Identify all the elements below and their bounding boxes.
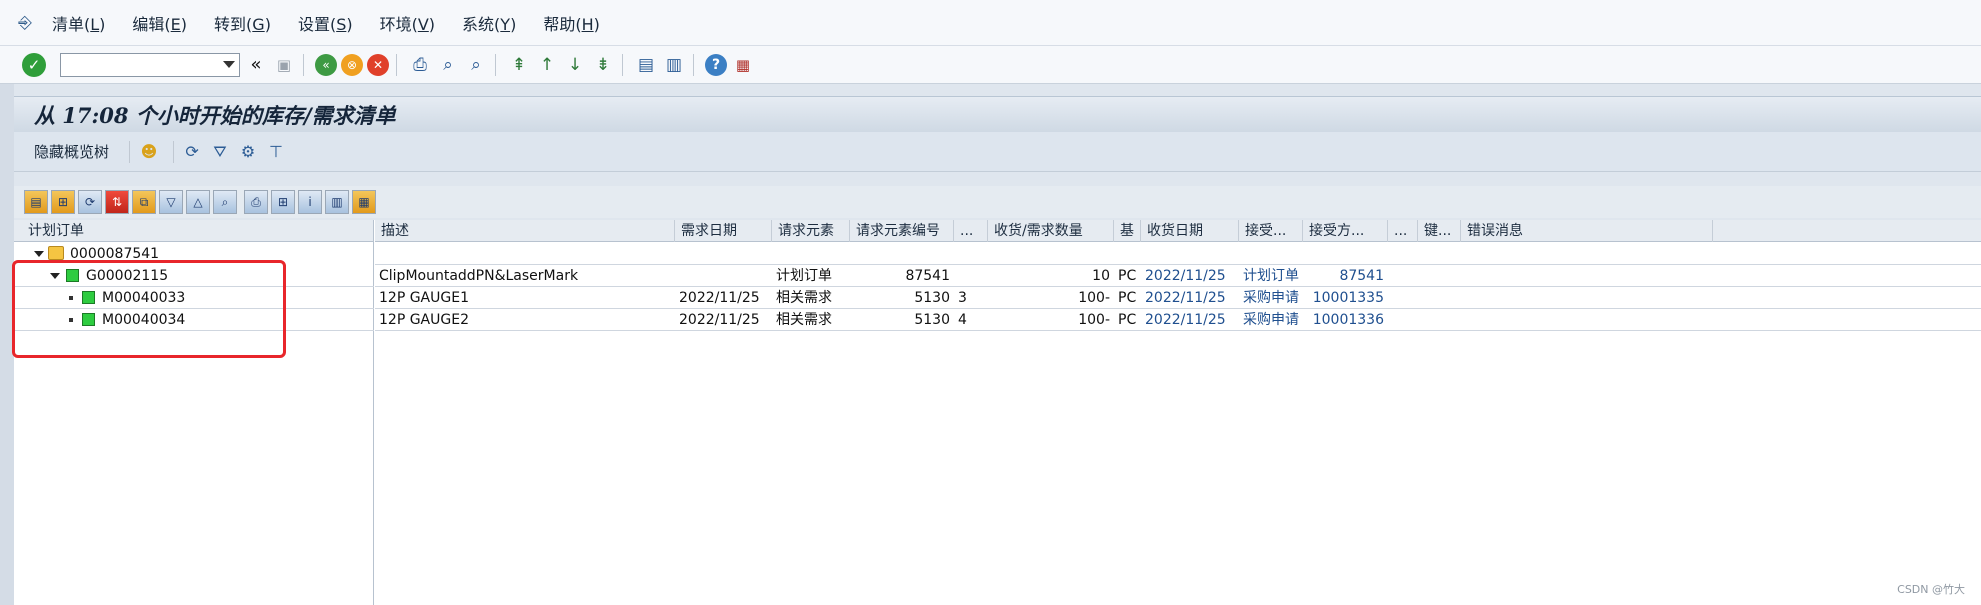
main-area: 计划订单 0000087541 G00002115 M00040033 M000… (14, 220, 1981, 605)
col-receiving-element-no[interactable]: 接受方... (1303, 220, 1388, 242)
table-row[interactable]: 12P GAUGE1 2022/11/25 相关需求 5130 3 100- P… (375, 287, 1981, 309)
previous-page-icon[interactable]: ↑ (535, 53, 559, 77)
user-settings-icon[interactable]: ⚙ (237, 141, 259, 163)
sort-descending-icon[interactable]: ▽ (159, 190, 183, 214)
tree-node-label: 0000087541 (70, 246, 160, 262)
find-icon[interactable]: ⌕ (436, 53, 460, 77)
shortcut-icon[interactable]: ▥ (662, 53, 686, 77)
tree-node-label: G00002115 (86, 268, 169, 284)
standard-toolbar: ✓ « ▣ « ⊗ ✕ ⎙ ⌕ ⌕ ⇞ ↑ ↓ ⇟ ▤ ▥ ? ▦ (0, 46, 1981, 84)
grid-toolbar: ▤ ⊞ ⟳ ⇅ ⧉ ▽ △ ⌕ ⎙ ⊞ i ▥ ▦ (14, 186, 1981, 218)
page-title: 从 17:08 个小时开始的库存/需求清单 (34, 102, 396, 128)
tree-node-dependent-2[interactable]: M00040034 (14, 309, 374, 331)
hierarchy-icon[interactable]: ⊞ (51, 190, 75, 214)
export-icon[interactable]: ⊞ (271, 190, 295, 214)
col-key[interactable]: 键... (1418, 220, 1461, 242)
tree-node-dependent-1[interactable]: M00040033 (14, 287, 374, 309)
col-error-message[interactable]: 错误消息 (1461, 220, 1713, 242)
detail-icon[interactable]: ▤ (24, 190, 48, 214)
new-session-icon[interactable]: ▤ (634, 53, 658, 77)
application-toolbar: 隐藏概览树 ☻ ⟳ ⛛ ⚙ ⊤ (14, 132, 1981, 172)
find-next-icon[interactable]: ⌕ (464, 53, 488, 77)
title-bar: 从 17:08 个小时开始的库存/需求清单 (14, 96, 1981, 132)
tree-node-label: M00040033 (102, 290, 186, 306)
col-unit[interactable]: 基 (1114, 220, 1141, 242)
layout-monitor-icon[interactable]: ▦ (731, 53, 755, 77)
menu-environment[interactable]: 环境(V) (380, 11, 435, 35)
command-dropdown-icon[interactable] (223, 60, 235, 68)
menu-goto[interactable]: 转到(G) (214, 11, 271, 35)
col-request-element-no[interactable]: 请求元素编号 (850, 220, 954, 242)
menu-settings[interactable]: 设置(S) (298, 11, 353, 35)
status-green-icon (82, 291, 95, 304)
command-field[interactable] (60, 52, 240, 77)
table-row-empty[interactable] (375, 243, 1981, 265)
hide-tree-button[interactable]: 隐藏概览树 (34, 141, 109, 162)
expand-icon[interactable] (34, 251, 44, 257)
status-green-icon (66, 269, 79, 282)
menu-list[interactable]: 清单(L) (52, 11, 105, 35)
watermark: CSDN @竹大 (1897, 583, 1965, 596)
requirements-grid: 描述 需求日期 请求元素 请求元素编号 ... 收货/需求数量 基 收货日期 接… (375, 220, 1981, 605)
tree-node-label: M00040034 (102, 312, 186, 328)
next-page-icon[interactable]: ↓ (563, 53, 587, 77)
table-row[interactable]: ClipMountaddPN&LaserMark 计划订单 87541 10 P… (375, 265, 1981, 287)
collapse-icon[interactable]: « (244, 53, 268, 77)
first-page-icon[interactable]: ⇞ (507, 53, 531, 77)
save-icon[interactable]: ▣ (272, 53, 296, 77)
layout-icon[interactable]: ▥ (325, 190, 349, 214)
left-frame (0, 84, 14, 605)
col-description[interactable]: 描述 (375, 220, 675, 242)
status-green-icon (82, 313, 95, 326)
sort-ascending-icon[interactable]: △ (186, 190, 210, 214)
folder-icon (48, 246, 64, 260)
last-page-icon[interactable]: ⇟ (591, 53, 615, 77)
info-icon[interactable]: i (298, 190, 322, 214)
expand-icon[interactable] (50, 273, 60, 279)
tree-node-planned-order[interactable]: G00002115 (14, 265, 374, 287)
grid-print-icon[interactable]: ⎙ (244, 190, 268, 214)
cancel-icon[interactable]: ✕ (367, 53, 389, 76)
col-item[interactable]: ... (954, 220, 988, 242)
enter-check-icon[interactable]: ✓ (22, 52, 46, 77)
col-receipt-date[interactable]: 收货日期 (1141, 220, 1239, 242)
person-icon[interactable]: ☻ (138, 141, 160, 163)
menu-bar: ⎆ 清单(L) 编辑(E) 转到(G) 设置(S) 环境(V) 系统(Y) 帮助… (0, 0, 1981, 46)
copy-icon[interactable]: ⧉ (132, 190, 156, 214)
overview-tree: 计划订单 0000087541 G00002115 M00040033 M000… (14, 220, 374, 605)
print-icon[interactable]: ⎙ (408, 53, 432, 77)
col-requirement-date[interactable]: 需求日期 (675, 220, 772, 242)
print-settings-icon[interactable]: ⊤ (265, 141, 287, 163)
menu-help[interactable]: 帮助(H) (543, 11, 600, 35)
col-receiving-element[interactable]: 接受... (1239, 220, 1303, 242)
grid-refresh-icon[interactable]: ⟳ (78, 190, 102, 214)
back-icon[interactable]: « (315, 53, 337, 76)
refresh-icon[interactable]: ⟳ (181, 141, 203, 163)
table-row[interactable]: 12P GAUGE2 2022/11/25 相关需求 5130 4 100- P… (375, 309, 1981, 331)
delete-icon[interactable]: ⇅ (105, 190, 129, 214)
grid-header: 描述 需求日期 请求元素 请求元素编号 ... 收货/需求数量 基 收货日期 接… (375, 220, 1981, 242)
filter-icon[interactable]: ⛛ (209, 141, 231, 163)
columns-icon[interactable]: ▦ (352, 190, 376, 214)
menu-edit[interactable]: 编辑(E) (132, 11, 187, 35)
grid-find-icon[interactable]: ⌕ (213, 190, 237, 214)
command-input[interactable] (61, 53, 216, 76)
tree-header: 计划订单 (14, 220, 373, 242)
help-icon[interactable]: ? (705, 53, 727, 76)
col-request-element[interactable]: 请求元素 (772, 220, 850, 242)
col-quantity[interactable]: 收货/需求数量 (988, 220, 1114, 242)
menu-system[interactable]: 系统(Y) (462, 11, 516, 35)
tree-node-root[interactable]: 0000087541 (14, 243, 374, 265)
sap-menu-icon[interactable]: ⎆ (14, 13, 36, 33)
exit-icon[interactable]: ⊗ (341, 53, 363, 76)
col-extra[interactable]: ... (1388, 220, 1418, 242)
